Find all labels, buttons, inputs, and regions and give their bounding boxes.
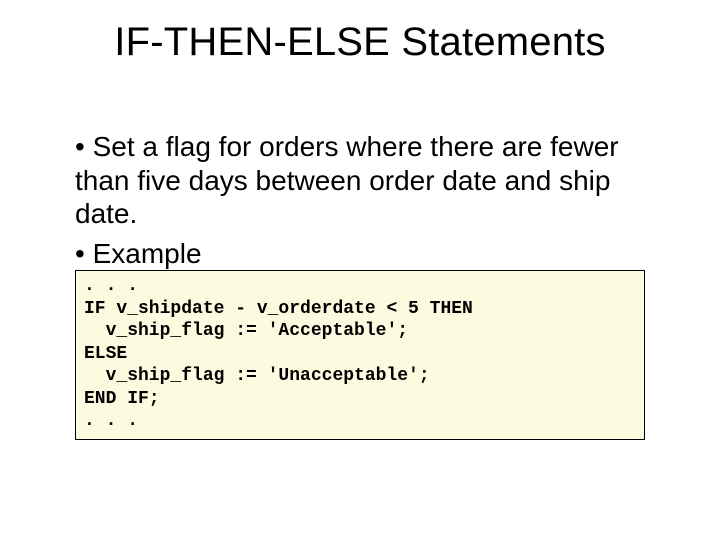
code-line-5: v_ship_flag := 'Unacceptable'; — [84, 366, 430, 386]
code-line-3: v_ship_flag := 'Acceptable'; — [84, 321, 408, 341]
slide-body: • Set a flag for orders where there are … — [75, 130, 655, 276]
bullet-1: • Set a flag for orders where there are … — [75, 130, 655, 231]
slide-title: IF-THEN-ELSE Statements — [0, 20, 720, 65]
code-line-7: . . . — [84, 411, 138, 431]
slide: IF-THEN-ELSE Statements • Set a flag for… — [0, 0, 720, 540]
bullet-2: • Example — [75, 237, 655, 271]
code-line-1: . . . — [84, 276, 138, 296]
code-line-4: ELSE — [84, 344, 127, 364]
code-line-6: END IF; — [84, 389, 160, 409]
code-example: . . . IF v_shipdate - v_orderdate < 5 TH… — [75, 270, 645, 440]
code-line-2: IF v_shipdate - v_orderdate < 5 THEN — [84, 299, 473, 319]
